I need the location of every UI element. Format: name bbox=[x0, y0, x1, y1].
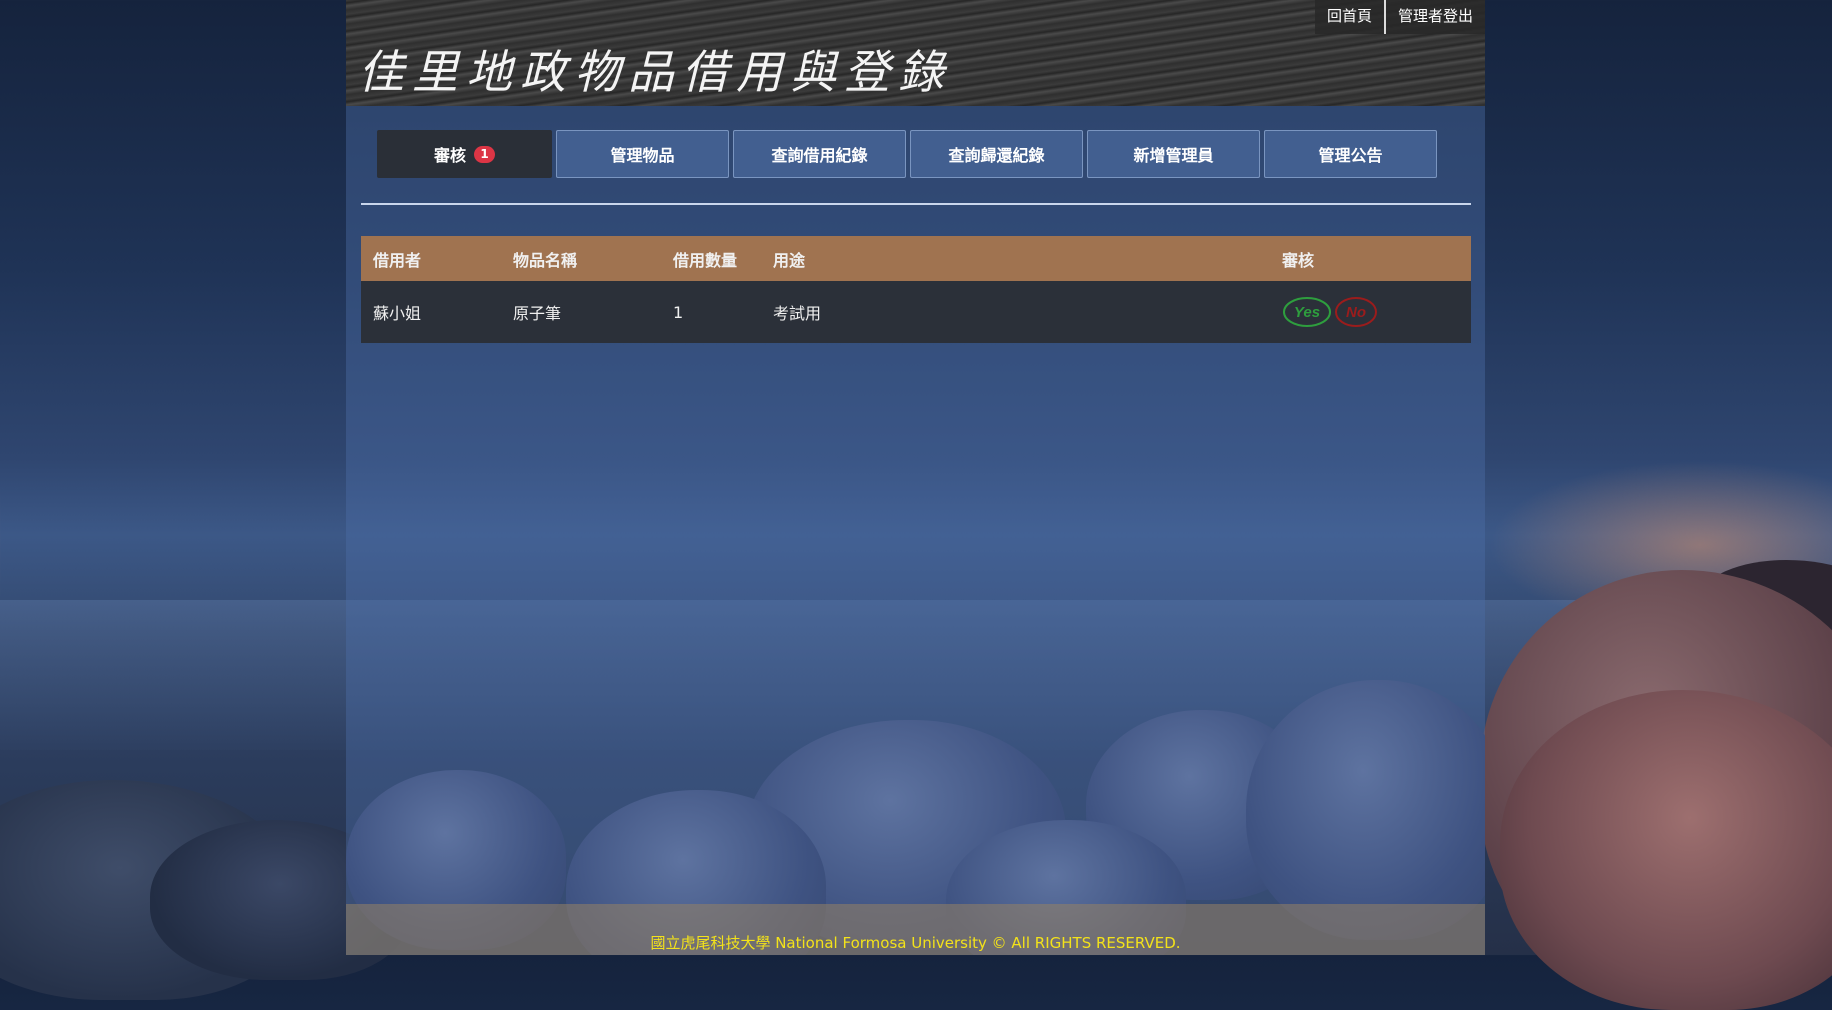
approve-label: Yes bbox=[1294, 304, 1320, 321]
tab-review[interactable]: 審核 1 bbox=[377, 130, 552, 178]
cell-borrower: 蘇小姐 bbox=[373, 304, 422, 323]
cell-quantity: 1 bbox=[673, 302, 684, 322]
site-title: 佳里地政物品借用與登錄 bbox=[358, 45, 952, 99]
pending-count-badge: 1 bbox=[474, 145, 495, 163]
table-header-row: 借用者 物品名稱 借用數量 用途 審核 bbox=[361, 236, 1471, 281]
tab-borrow-records[interactable]: 查詢借用紀錄 bbox=[733, 130, 906, 178]
tab-add-admin[interactable]: 新增管理員 bbox=[1087, 130, 1260, 178]
cell-item: 原子筆 bbox=[513, 304, 562, 323]
approve-yes-icon[interactable]: Yes bbox=[1282, 295, 1332, 329]
column-header-review: 審核 bbox=[1282, 250, 1315, 270]
column-header-quantity: 借用數量 bbox=[673, 250, 738, 270]
tab-manage-announcements[interactable]: 管理公告 bbox=[1264, 130, 1437, 178]
copyright-text: 國立虎尾科技大學 National Formosa University © A… bbox=[650, 934, 1181, 952]
cell-purpose: 考試用 bbox=[773, 304, 822, 323]
admin-tabs: 審核 1 管理物品 查詢借用紀錄 查詢歸還紀錄 新增管理員 管理公告 bbox=[377, 130, 1437, 178]
column-header-borrower: 借用者 bbox=[373, 250, 422, 270]
cell-review-actions: Yes No bbox=[1270, 281, 1471, 343]
tab-label: 審核 bbox=[433, 146, 466, 165]
background-rock bbox=[1500, 690, 1832, 1010]
divider bbox=[361, 203, 1471, 205]
site-footer: 國立虎尾科技大學 National Formosa University © A… bbox=[346, 904, 1485, 955]
column-header-item: 物品名稱 bbox=[513, 250, 578, 270]
table-row: 蘇小姐 原子筆 1 考試用 Yes No bbox=[361, 281, 1471, 343]
top-nav: 回首頁 管理者登出 bbox=[1314, 0, 1485, 34]
page-container: 佳里地政物品借用與登錄 回首頁 管理者登出 審核 1 管理物品 查詢借用紀錄 查… bbox=[346, 0, 1485, 955]
review-table: 借用者 物品名稱 借用數量 用途 審核 蘇小姐 原子筆 1 考試用 Yes No bbox=[361, 236, 1471, 343]
tab-return-records[interactable]: 查詢歸還紀錄 bbox=[910, 130, 1083, 178]
admin-logout-link[interactable]: 管理者登出 bbox=[1383, 0, 1485, 34]
reject-no-icon[interactable]: No bbox=[1334, 295, 1378, 329]
site-header: 佳里地政物品借用與登錄 回首頁 管理者登出 bbox=[346, 0, 1485, 106]
column-header-purpose: 用途 bbox=[773, 250, 806, 270]
tab-manage-items[interactable]: 管理物品 bbox=[556, 130, 729, 178]
home-link[interactable]: 回首頁 bbox=[1314, 0, 1384, 34]
reject-label: No bbox=[1346, 304, 1366, 321]
